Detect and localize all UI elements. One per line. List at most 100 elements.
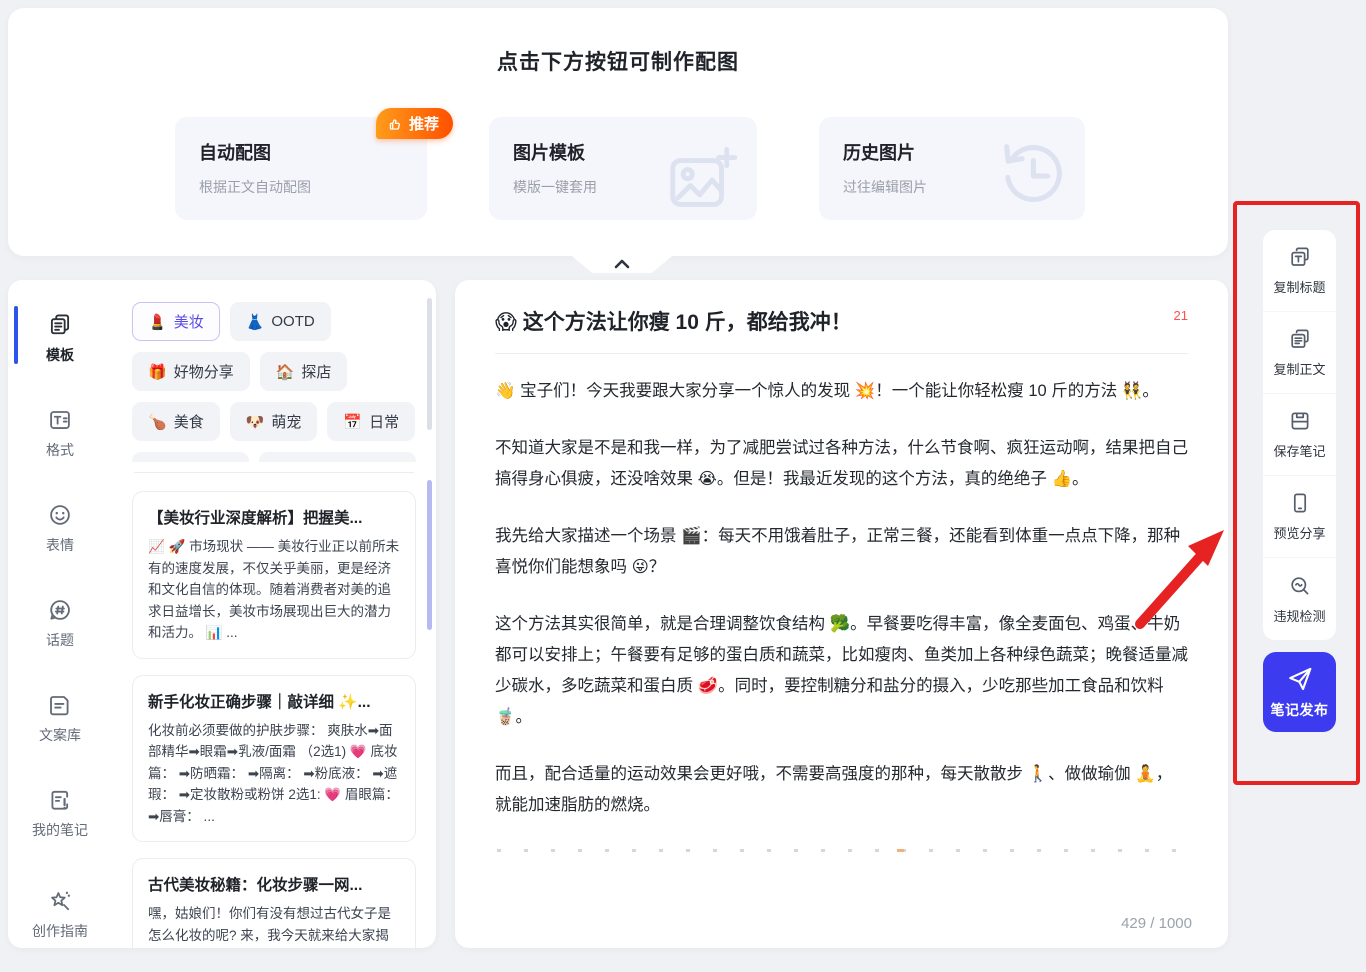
template-card-1[interactable]: 【美妆行业深度解析】把握美... 📈 🚀 市场现状 —— 美妆行业正以前所未有的… bbox=[132, 491, 416, 659]
lipstick-icon: 💄 bbox=[148, 313, 167, 331]
copy-title-button[interactable]: 复制标题 bbox=[1263, 230, 1336, 312]
sidebar-item-label: 模板 bbox=[46, 345, 74, 365]
format-icon bbox=[47, 407, 73, 433]
dress-icon: 👗 bbox=[246, 313, 265, 331]
sidebar-item-my-notes[interactable]: 我的笔记 bbox=[8, 777, 112, 850]
note-paragraph: 这个方法其实很简单，就是合理调整饮食结构 🥦。早餐要吃得丰富，像全麦面包、鸡蛋、… bbox=[495, 609, 1188, 733]
body-char-count: 429 / 1000 bbox=[1121, 915, 1192, 932]
publish-button-label: 笔记发布 bbox=[1271, 700, 1329, 720]
template-card-title: 【美妆行业深度解析】把握美... bbox=[148, 506, 400, 528]
chip-row-2: 🎁 好物分享 🏠 探店 bbox=[132, 352, 416, 391]
note-body-input[interactable]: 👋 宝子们！今天我要跟大家分享一个惊人的发现 💥！一个能让你轻松瘦 10 斤的方… bbox=[495, 376, 1188, 855]
image-plus-icon bbox=[663, 141, 741, 219]
chip-label: 日常 bbox=[369, 411, 399, 432]
chip-ootd[interactable]: 👗 OOTD bbox=[230, 302, 331, 341]
topic-icon bbox=[47, 597, 73, 623]
calendar-icon: 📅 bbox=[343, 413, 362, 431]
template-card-body: 📈 🚀 市场现状 —— 美妆行业正以前所未有的速度发展，不仅关乎美丽，更是经济和… bbox=[148, 536, 400, 644]
chip-pets[interactable]: 🐶 萌宠 bbox=[230, 402, 318, 441]
note-actions-toolbar: 复制标题 复制正文 保存笔记 预览分享 违规检测 bbox=[1263, 230, 1336, 640]
history-clock-icon bbox=[991, 131, 1073, 213]
sidebar-item-topic[interactable]: 话题 bbox=[8, 587, 112, 660]
chevron-up-icon bbox=[611, 256, 633, 271]
dog-icon: 🐶 bbox=[246, 413, 265, 431]
image-maker-title: 点击下方按钮可制作配图 bbox=[497, 46, 739, 76]
image-maker-title-text: 点击下方按钮可制作配图 bbox=[497, 51, 739, 74]
divider bbox=[495, 353, 1188, 354]
violation-check-button[interactable]: 违规检测 bbox=[1263, 558, 1336, 640]
scrollbar-thumb-lower[interactable] bbox=[427, 480, 432, 630]
chip-store-visit[interactable]: 🏠 探店 bbox=[260, 352, 348, 391]
recommend-badge-label: 推荐 bbox=[409, 113, 439, 134]
sidebar-item-copy-library[interactable]: 文案库 bbox=[8, 682, 112, 755]
sidebar-item-label: 创作指南 bbox=[32, 921, 88, 941]
gift-icon: 🎁 bbox=[148, 363, 167, 381]
sidebar-item-emoji[interactable]: 表情 bbox=[8, 492, 112, 565]
my-notes-icon bbox=[47, 787, 73, 813]
sidebar-item-label: 格式 bbox=[46, 440, 74, 460]
copy-library-icon bbox=[47, 692, 73, 718]
copy-body-button[interactable]: 复制正文 bbox=[1263, 312, 1336, 394]
chip-row-clipped bbox=[132, 452, 416, 462]
auto-image-subtitle: 根据正文自动配图 bbox=[199, 177, 403, 197]
copy-body-icon bbox=[1288, 327, 1312, 351]
sidebar-item-format[interactable]: 格式 bbox=[8, 397, 112, 470]
note-paragraph: 我先给大家描述一个场景 🎬：每天不用饿着肚子，正常三餐，还能看到体重一点点下降，… bbox=[495, 521, 1188, 583]
image-maker-panel: 点击下方按钮可制作配图 推荐 自动配图 根据正文自动配图 图片模板 模版一键套用… bbox=[8, 8, 1228, 256]
recommend-badge: 推荐 bbox=[376, 108, 453, 139]
chip-beauty[interactable]: 💄 美妆 bbox=[132, 302, 220, 341]
paper-plane-icon bbox=[1286, 665, 1314, 693]
history-image-card[interactable]: 历史图片 过往编辑图片 bbox=[819, 117, 1085, 220]
chip-label: 美食 bbox=[174, 411, 204, 432]
sidebar-item-label: 文案库 bbox=[39, 725, 81, 745]
preview-share-button[interactable]: 预览分享 bbox=[1263, 476, 1336, 558]
note-title-row: 😱 这个方法让你瘦 10 斤，都给我冲！ 21 bbox=[495, 306, 1188, 336]
creation-guide-icon bbox=[47, 888, 73, 914]
template-card-body: 嘿，姑娘们！你们有没有想过古代女子是怎么化妆的呢? 来，我今天就来给大家揭秘..… bbox=[148, 903, 400, 948]
image-template-card[interactable]: 图片模板 模版一键套用 bbox=[489, 117, 757, 220]
scrollbar-thumb-upper[interactable] bbox=[427, 298, 432, 430]
template-list: 💄 美妆 👗 OOTD 🎁 好物分享 🏠 探店 🍗 美食 bbox=[120, 280, 424, 948]
tool-label: 预览分享 bbox=[1273, 523, 1325, 542]
tool-label: 保存笔记 bbox=[1273, 441, 1325, 460]
title-char-count: 21 bbox=[1174, 306, 1188, 323]
template-card-3[interactable]: 古代美妆秘籍：化妆步骤一网... 嘿，姑娘们！你们有没有想过古代女子是怎么化妆的… bbox=[132, 858, 416, 948]
save-note-icon bbox=[1288, 409, 1312, 433]
note-paragraph: 不知道大家是不是和我一样，为了减肥尝试过各种方法，什么节食啊、疯狂运动啊，结果把… bbox=[495, 433, 1188, 495]
copy-title-icon bbox=[1288, 245, 1312, 269]
note-editor-panel: 😱 这个方法让你瘦 10 斤，都给我冲！ 21 👋 宝子们！今天我要跟大家分享一… bbox=[455, 280, 1228, 948]
sidebar-item-label: 话题 bbox=[46, 630, 74, 650]
emoji-icon bbox=[47, 502, 73, 528]
left-tools-panel: 模板 格式 表情 话题 bbox=[8, 280, 436, 948]
save-note-button[interactable]: 保存笔记 bbox=[1263, 394, 1336, 476]
left-sidebar: 模板 格式 表情 话题 bbox=[8, 280, 112, 948]
drumstick-icon: 🍗 bbox=[148, 413, 167, 431]
clipped-text-marks bbox=[497, 849, 1178, 852]
sidebar-item-label: 表情 bbox=[46, 535, 74, 555]
note-title-input[interactable]: 😱 这个方法让你瘦 10 斤，都给我冲！ bbox=[495, 306, 1162, 336]
publish-note-button[interactable]: 笔记发布 bbox=[1263, 652, 1336, 732]
template-card-title: 古代美妆秘籍：化妆步骤一网... bbox=[148, 873, 400, 895]
chip-good-things[interactable]: 🎁 好物分享 bbox=[132, 352, 250, 391]
chip-row-3: 🍗 美食 🐶 萌宠 📅 日常 bbox=[132, 402, 416, 441]
chip-food[interactable]: 🍗 美食 bbox=[132, 402, 220, 441]
collapse-panel-button[interactable] bbox=[565, 256, 679, 273]
image-maker-header-wrap: 点击下方按钮可制作配图 bbox=[8, 46, 1228, 76]
note-paragraph: 而且，配合适量的运动效果会更好哦，不需要高强度的那种，每天散散步 🚶、做做瑜伽 … bbox=[495, 759, 1188, 821]
tool-label: 违规检测 bbox=[1273, 606, 1325, 625]
clipped-text-line bbox=[495, 847, 1188, 855]
sidebar-item-templates[interactable]: 模板 bbox=[8, 302, 112, 375]
violation-check-icon bbox=[1288, 574, 1312, 598]
chip-label: 萌宠 bbox=[271, 411, 301, 432]
clipped-emoji-fragment bbox=[897, 849, 904, 852]
house-icon: 🏠 bbox=[276, 363, 295, 381]
chip-daily[interactable]: 📅 日常 bbox=[327, 402, 415, 441]
note-paragraph: 👋 宝子们！今天我要跟大家分享一个惊人的发现 💥！一个能让你轻松瘦 10 斤的方… bbox=[495, 376, 1188, 407]
tool-label: 复制正文 bbox=[1273, 359, 1325, 378]
templates-icon bbox=[47, 312, 73, 338]
chip-row-1: 💄 美妆 👗 OOTD bbox=[132, 302, 416, 341]
sidebar-item-creation-guide[interactable]: 创作指南 bbox=[8, 878, 112, 948]
auto-image-title: 自动配图 bbox=[199, 139, 403, 165]
divider bbox=[134, 472, 414, 473]
template-card-2[interactable]: 新手化妆正确步骤｜敲详细 ✨... 化妆前必须要做的护肤步骤： 爽肤水➡面部精华… bbox=[132, 675, 416, 843]
